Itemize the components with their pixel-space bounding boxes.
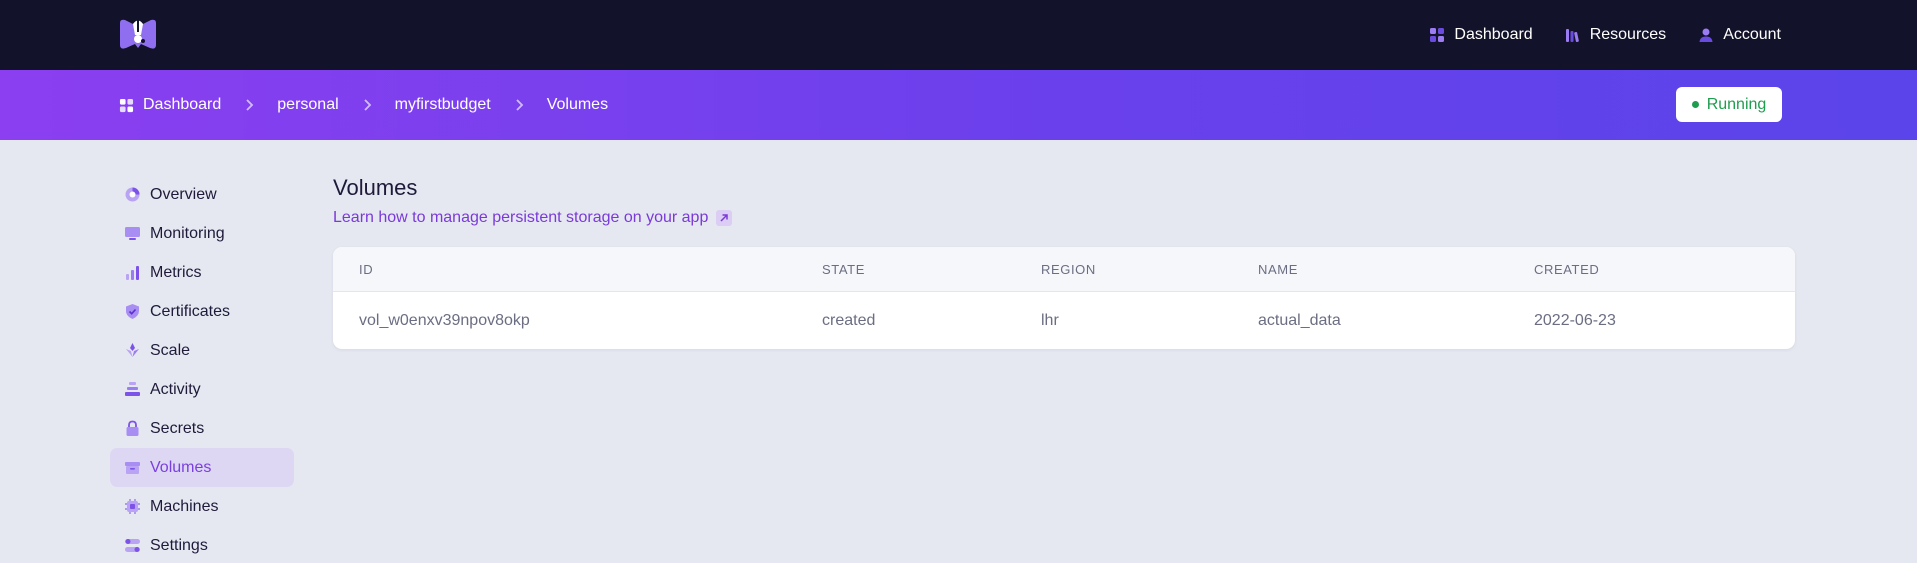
sidebar-item-label: Scale [150, 341, 191, 359]
chevron-right-icon [339, 99, 395, 111]
cell-state: created [822, 311, 876, 329]
sidebar-item-label: Machines [150, 497, 219, 515]
chevron-right-icon [491, 99, 547, 111]
top-navbar: Dashboard Resources Account [0, 0, 1917, 70]
sidebar-item-settings[interactable]: Settings [110, 526, 294, 563]
sidebar: Overview Monitoring Metrics Certificates… [110, 175, 294, 563]
grid-icon [1430, 28, 1445, 42]
topnav-account[interactable]: Account [1698, 26, 1781, 44]
app-header-bar: Dashboard personal myfirstbudget Volumes… [0, 70, 1917, 140]
sidebar-item-scale[interactable]: Scale [110, 331, 294, 370]
sidebar-item-label: Overview [150, 185, 217, 203]
sidebar-item-secrets[interactable]: Secrets [110, 409, 294, 448]
sidebar-item-volumes[interactable]: Volumes [110, 448, 294, 487]
sidebar-item-label: Metrics [150, 263, 202, 281]
lock-icon [126, 420, 139, 436]
column-header-region: REGION [1041, 261, 1096, 277]
table-row[interactable]: vol_w0enxv39npov8okp created lhr actual_… [333, 292, 1795, 349]
cell-created: 2022-06-23 [1534, 311, 1616, 329]
breadcrumb-dashboard-label: Dashboard [143, 96, 222, 113]
topnav-dashboard[interactable]: Dashboard [1429, 26, 1533, 44]
sidebar-item-label: Activity [150, 380, 201, 398]
column-header-id: ID [359, 261, 374, 277]
logo-icon[interactable] [117, 15, 159, 53]
page-title: Volumes [333, 175, 418, 200]
overview-icon [125, 187, 140, 202]
sidebar-item-label: Secrets [150, 419, 205, 437]
main-content: Volumes Learn how to manage persistent s… [333, 175, 1795, 349]
breadcrumb-dashboard[interactable]: Dashboard [119, 96, 221, 114]
help-link[interactable]: Learn how to manage persistent storage o… [333, 209, 1795, 227]
topnav-resources-label: Resources [1589, 26, 1667, 43]
column-header-name: NAME [1258, 261, 1298, 277]
sidebar-item-activity[interactable]: Activity [110, 370, 294, 409]
status-badge: Running [1676, 87, 1782, 122]
breadcrumb: Dashboard personal myfirstbudget Volumes [119, 70, 608, 140]
sidebar-item-label: Volumes [150, 458, 212, 476]
breadcrumb-personal[interactable]: personal [277, 96, 338, 114]
sidebar-item-machines[interactable]: Machines [110, 487, 294, 526]
shield-check-icon [126, 304, 139, 319]
chevron-right-icon [221, 99, 277, 111]
table-header: ID STATE REGION NAME CREATED [333, 247, 1795, 292]
scale-icon [126, 343, 139, 357]
grid-icon [119, 98, 134, 112]
topnav-dashboard-label: Dashboard [1454, 26, 1533, 43]
monitor-icon [125, 227, 140, 240]
stack-icon [125, 382, 140, 396]
topnav-account-label: Account [1723, 26, 1781, 43]
sidebar-item-label: Settings [150, 536, 208, 554]
breadcrumb-volumes[interactable]: Volumes [547, 96, 608, 114]
breadcrumb-personal-label: personal [277, 96, 339, 113]
breadcrumb-volumes-label: Volumes [546, 96, 609, 113]
archive-icon [125, 462, 140, 474]
user-icon [1699, 28, 1713, 42]
topnav-resources[interactable]: Resources [1565, 26, 1666, 44]
sidebar-item-label: Monitoring [150, 224, 225, 242]
cell-volume-id: vol_w0enxv39npov8okp [359, 311, 530, 329]
toggles-icon [125, 539, 140, 552]
sidebar-item-metrics[interactable]: Metrics [110, 253, 294, 292]
column-header-state: STATE [822, 261, 865, 277]
external-link-icon [716, 210, 733, 226]
sidebar-item-overview[interactable]: Overview [110, 175, 294, 214]
status-label: Running [1706, 95, 1767, 113]
volumes-table: ID STATE REGION NAME CREATED vol_w0enxv3… [333, 247, 1795, 349]
library-icon [1565, 29, 1579, 43]
chip-icon [125, 499, 140, 514]
breadcrumb-app-label: myfirstbudget [394, 96, 491, 113]
sidebar-item-label: Certificates [150, 302, 231, 320]
help-link-label: Learn how to manage persistent storage o… [333, 209, 709, 226]
chart-bars-icon [126, 266, 139, 280]
breadcrumb-app[interactable]: myfirstbudget [395, 96, 491, 114]
top-nav: Dashboard Resources Account [1429, 0, 1781, 70]
status-dot-icon [1691, 101, 1699, 108]
cell-name: actual_data [1258, 311, 1341, 329]
sidebar-item-certificates[interactable]: Certificates [110, 292, 294, 331]
cell-region: lhr [1041, 311, 1059, 329]
sidebar-item-monitoring[interactable]: Monitoring [110, 214, 294, 253]
column-header-created: CREATED [1534, 261, 1600, 277]
